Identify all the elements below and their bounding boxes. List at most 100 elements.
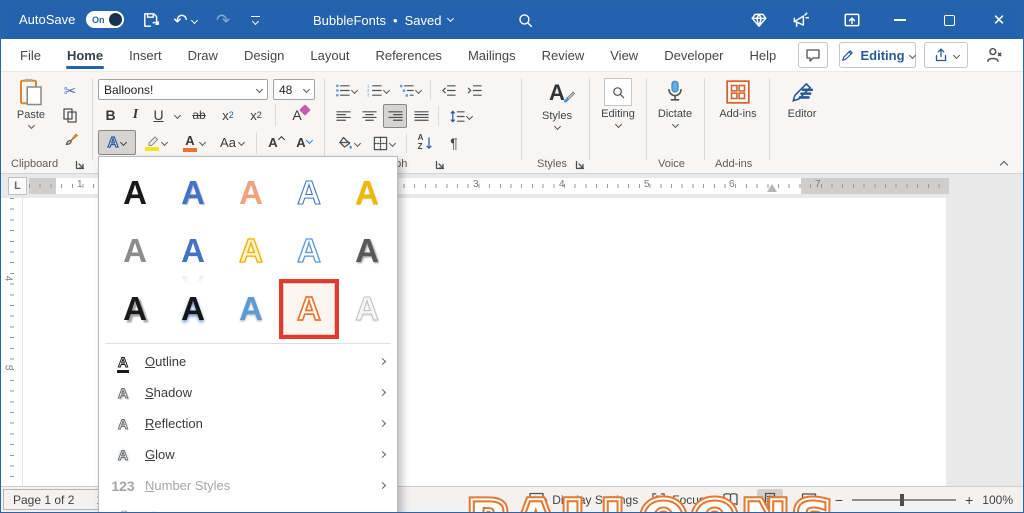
decrease-indent-button[interactable] bbox=[436, 79, 460, 101]
close-button[interactable]: ✕ bbox=[984, 1, 1014, 39]
autosave-toggle[interactable]: On bbox=[86, 11, 124, 28]
collapse-ribbon-button[interactable] bbox=[1000, 161, 1008, 169]
premium-button[interactable] bbox=[746, 9, 772, 31]
clear-formatting-button[interactable]: A bbox=[282, 103, 312, 127]
styles-button[interactable]: A Styles bbox=[529, 78, 585, 129]
tab-view[interactable]: View bbox=[597, 39, 651, 71]
undo-button[interactable]: ↶ bbox=[169, 9, 201, 31]
save-button[interactable] bbox=[139, 9, 163, 31]
effect-style-option[interactable]: A bbox=[225, 283, 277, 335]
tab-mailings[interactable]: Mailings bbox=[455, 39, 529, 71]
align-center-button[interactable] bbox=[357, 104, 381, 128]
font-size-combobox[interactable]: 48 bbox=[273, 79, 315, 100]
superscript-button[interactable]: x2 bbox=[243, 103, 269, 127]
editor-button[interactable]: Editor bbox=[777, 78, 827, 120]
clipboard-dialog-launcher[interactable] bbox=[75, 160, 85, 170]
people-button[interactable] bbox=[979, 42, 1009, 68]
numbered-list-button[interactable]: 123 bbox=[363, 79, 393, 101]
tab-selector-button[interactable]: L bbox=[8, 177, 27, 195]
effect-style-option[interactable]: A bbox=[109, 167, 161, 219]
change-case-button[interactable]: Aa bbox=[214, 130, 250, 155]
tab-insert[interactable]: Insert bbox=[116, 39, 175, 71]
tab-draw[interactable]: Draw bbox=[175, 39, 231, 71]
underline-options-button[interactable] bbox=[171, 103, 183, 127]
share-button[interactable] bbox=[924, 42, 968, 68]
search-button[interactable] bbox=[513, 9, 537, 31]
sort-button[interactable]: A Z bbox=[412, 131, 440, 155]
document-title-menu[interactable]: BubbleFonts • Saved bbox=[313, 1, 453, 39]
effect-style-option[interactable]: A bbox=[167, 283, 219, 335]
multilevel-list-button[interactable] bbox=[395, 79, 425, 101]
tab-developer[interactable]: Developer bbox=[651, 39, 736, 71]
shrink-font-button[interactable]: A bbox=[291, 130, 317, 155]
feedback-button[interactable] bbox=[787, 9, 813, 31]
ribbon-display-button[interactable] bbox=[839, 9, 865, 31]
tab-references[interactable]: References bbox=[362, 39, 454, 71]
align-left-button[interactable] bbox=[331, 104, 355, 128]
justify-button[interactable] bbox=[409, 104, 433, 128]
right-indent-marker[interactable] bbox=[767, 184, 777, 192]
grow-font-button[interactable]: A bbox=[263, 130, 289, 155]
bold-button[interactable]: B bbox=[98, 103, 123, 127]
tab-layout[interactable]: Layout bbox=[297, 39, 362, 71]
italic-button[interactable]: I bbox=[125, 103, 146, 127]
editing-group-button[interactable]: Editing bbox=[595, 78, 641, 127]
redo-button[interactable]: ↷ bbox=[211, 9, 235, 31]
shading-button[interactable] bbox=[331, 131, 365, 155]
tab-design[interactable]: Design bbox=[231, 39, 297, 71]
effect-style-option[interactable]: A bbox=[341, 225, 393, 277]
effect-style-option[interactable]: A bbox=[167, 167, 219, 219]
menu-item-reflection[interactable]: A Reflection bbox=[99, 408, 397, 439]
show-hide-marks-button[interactable]: ¶ bbox=[442, 131, 466, 155]
comments-button[interactable] bbox=[798, 42, 828, 68]
font-color-button[interactable]: A bbox=[176, 130, 212, 155]
format-painter-button[interactable] bbox=[57, 128, 83, 150]
tab-help[interactable]: Help bbox=[736, 39, 789, 71]
menu-item-ligatures[interactable]: fi Ligatures bbox=[99, 501, 397, 513]
tab-file[interactable]: File bbox=[7, 39, 54, 71]
effect-style-option[interactable]: A bbox=[167, 225, 219, 277]
borders-button[interactable] bbox=[367, 131, 401, 155]
effect-style-option[interactable]: A bbox=[109, 283, 161, 335]
effect-style-option[interactable]: A bbox=[225, 225, 277, 277]
effect-style-option-selected[interactable]: A bbox=[283, 283, 335, 335]
bullet-list-button[interactable] bbox=[331, 79, 361, 101]
menu-item-number-styles[interactable]: 123 Number Styles bbox=[99, 470, 397, 501]
subscript-button[interactable]: x2 bbox=[215, 103, 241, 127]
page-indicator[interactable]: Page 1 of 2 bbox=[13, 493, 74, 507]
effect-style-option[interactable]: A bbox=[283, 225, 335, 277]
customize-quick-access-button[interactable] bbox=[243, 9, 267, 31]
menu-item-shadow[interactable]: A Shadow bbox=[99, 377, 397, 408]
font-name-combobox[interactable]: Balloons! bbox=[98, 79, 268, 100]
zoom-slider-thumb[interactable] bbox=[900, 494, 904, 506]
line-spacing-button[interactable] bbox=[444, 104, 478, 128]
tab-review[interactable]: Review bbox=[529, 39, 598, 71]
dictate-button[interactable]: Dictate bbox=[652, 78, 698, 127]
menu-item-glow[interactable]: A Glow bbox=[99, 439, 397, 470]
strikethrough-button[interactable]: ab bbox=[185, 103, 213, 127]
effect-style-option[interactable]: A bbox=[109, 225, 161, 277]
vertical-ruler[interactable]: 4 5 bbox=[1, 198, 23, 486]
menu-item-outline[interactable]: A Outline bbox=[99, 346, 397, 377]
highlight-color-button[interactable] bbox=[138, 130, 174, 155]
zoom-level[interactable]: 100% bbox=[982, 493, 1013, 507]
text-effects-button[interactable]: A bbox=[98, 130, 136, 155]
underline-button[interactable]: U bbox=[148, 103, 169, 127]
align-right-button[interactable] bbox=[383, 104, 407, 128]
zoom-slider[interactable] bbox=[852, 499, 956, 501]
editing-mode-dropdown[interactable]: Editing bbox=[839, 42, 916, 68]
paste-button[interactable]: Paste bbox=[11, 77, 51, 128]
cut-button[interactable]: ✂ bbox=[57, 80, 83, 102]
minimize-button[interactable] bbox=[885, 1, 915, 39]
effect-style-option[interactable]: A bbox=[341, 167, 393, 219]
increase-indent-button[interactable] bbox=[462, 79, 486, 101]
tab-home[interactable]: Home bbox=[54, 39, 116, 71]
copy-button[interactable] bbox=[57, 104, 83, 126]
effect-style-option[interactable]: A bbox=[283, 167, 335, 219]
document-text[interactable]: BALLOONS BALLOONS BALLOONS bbox=[469, 494, 839, 513]
effect-style-option[interactable]: A bbox=[225, 167, 277, 219]
zoom-in-button[interactable]: + bbox=[965, 492, 973, 508]
paragraph-dialog-launcher[interactable] bbox=[435, 160, 445, 170]
effect-style-option[interactable]: A bbox=[341, 283, 393, 335]
maximize-button[interactable] bbox=[934, 1, 964, 39]
